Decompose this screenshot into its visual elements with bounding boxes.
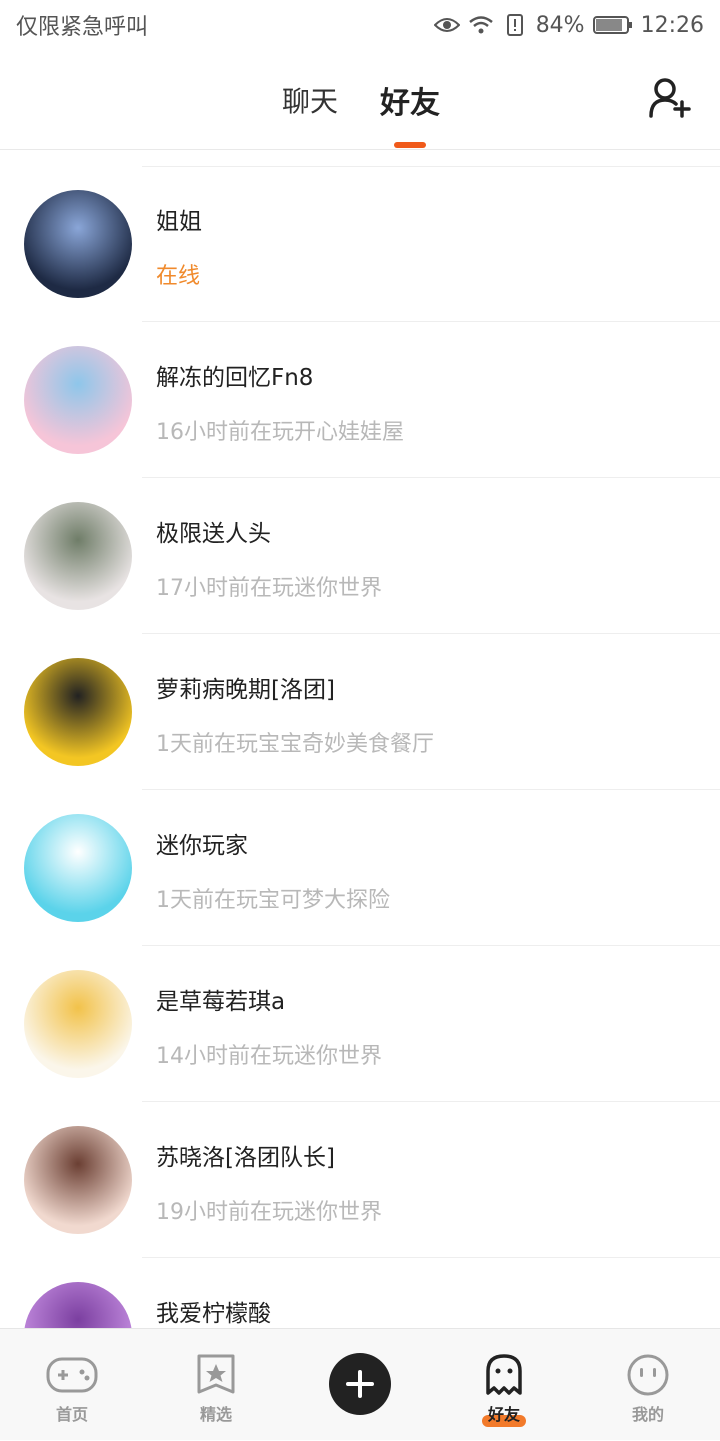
clock: 12:26 (640, 12, 704, 38)
friend-status: 14小时前在玩迷你世界 (156, 1044, 382, 1069)
avatar[interactable] (24, 190, 132, 298)
carrier-text: 仅限紧急呼叫 (16, 15, 149, 40)
friend-name: 极限送人头 (156, 521, 271, 547)
avatar[interactable] (24, 814, 132, 922)
bottom-nav: 首页 精选 好友 我的 (0, 1328, 720, 1440)
header: 聊天 好友 (0, 50, 720, 150)
friend-row[interactable]: 极限送人头 17小时前在玩迷你世界 (0, 478, 720, 634)
nav-label: 精选 (199, 1405, 232, 1424)
create-button[interactable] (329, 1353, 391, 1415)
friend-name: 苏晓洛[洛团队长] (156, 1145, 335, 1171)
plus-icon (346, 1370, 374, 1398)
active-tab-indicator (394, 142, 426, 148)
avatar[interactable] (24, 1282, 132, 1328)
avatar[interactable] (24, 970, 132, 1078)
friend-row[interactable]: 迷你玩家 1天前在玩宝可梦大探险 (0, 790, 720, 946)
avatar[interactable] (24, 1126, 132, 1234)
friend-name: 姐姐 (156, 209, 202, 235)
friend-row[interactable]: 我爱柠檬酸 (0, 1258, 720, 1328)
avatar[interactable] (24, 502, 132, 610)
avatar[interactable] (24, 346, 132, 454)
tab-chat[interactable]: 聊天 (282, 80, 338, 120)
friend-status: 在线 (156, 264, 201, 289)
avatar[interactable] (24, 658, 132, 766)
nav-label: 首页 (55, 1405, 88, 1424)
wifi-icon (468, 13, 494, 37)
friend-row[interactable]: 解冻的回忆Fn8 16小时前在玩开心娃娃屋 (0, 322, 720, 478)
friend-row[interactable]: 萝莉病晚期[洛团] 1天前在玩宝宝奇妙美食餐厅 (0, 634, 720, 790)
nav-friends[interactable]: 好友 (432, 1329, 576, 1441)
battery-percent: 84% (535, 12, 585, 38)
friend-status: 1天前在玩宝可梦大探险 (156, 888, 390, 913)
friend-row[interactable]: 姐姐 在线 (0, 166, 720, 322)
alert-icon (502, 13, 528, 37)
friend-name: 迷你玩家 (156, 833, 248, 859)
friend-name: 解冻的回忆Fn8 (156, 365, 314, 391)
friend-status: 19小时前在玩迷你世界 (156, 1200, 382, 1225)
friend-name: 我爱柠檬酸 (156, 1301, 271, 1327)
star-icon (190, 1353, 242, 1397)
friend-row[interactable]: 苏晓洛[洛团队长] 19小时前在玩迷你世界 (0, 1102, 720, 1258)
nav-me[interactable]: 我的 (576, 1329, 720, 1441)
eye-icon (433, 13, 460, 37)
add-friend-button[interactable] (648, 76, 692, 120)
battery-icon (592, 13, 633, 37)
nav-label: 好友 (487, 1405, 520, 1424)
friend-list: 姐姐在线解冻的回忆Fn8 16小时前在玩开心娃娃屋 极限送人头 17小时前在玩迷你世界… (0, 166, 720, 1328)
friend-name: 是草莓若琪a (156, 989, 286, 1015)
friend-name: 萝莉病晚期[洛团] (156, 677, 335, 703)
friend-status: 16小时前在玩开心娃娃屋 (156, 420, 404, 445)
status-icons: 84% 12:26 (433, 12, 704, 38)
nav-featured[interactable]: 精选 (144, 1329, 288, 1441)
nav-home[interactable]: 首页 (0, 1329, 144, 1441)
gamepad-icon (46, 1353, 98, 1397)
friend-status: 17小时前在玩迷你世界 (156, 576, 382, 601)
status-bar: 仅限紧急呼叫 84% 12:26 (0, 0, 720, 50)
ghost-icon (478, 1353, 530, 1397)
friend-status: 1天前在玩宝宝奇妙美食餐厅 (156, 732, 434, 757)
add-user-icon (649, 78, 691, 118)
tab-friends[interactable]: 好友 (380, 78, 440, 122)
friend-row[interactable]: 是草莓若琪a 14小时前在玩迷你世界 (0, 946, 720, 1102)
nav-label: 我的 (631, 1405, 664, 1424)
face-icon (622, 1353, 674, 1397)
